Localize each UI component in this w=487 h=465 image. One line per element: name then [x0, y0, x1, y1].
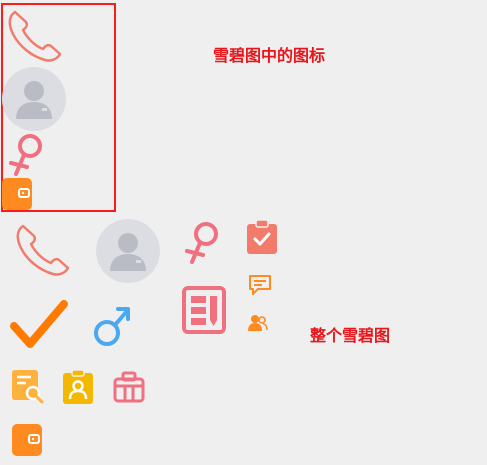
clipboard-user-icon [63, 370, 93, 404]
male-icon [92, 304, 132, 348]
message-icon [248, 274, 272, 296]
briefcase-icon [113, 371, 145, 403]
phone-icon [12, 222, 72, 278]
sprite-icons-label: 雪碧图中的图标 [213, 46, 326, 65]
avatar-icon [2, 67, 66, 131]
users-icon [248, 314, 268, 332]
full-sprite-label: 整个雪碧图 [310, 326, 391, 345]
check-icon [10, 300, 68, 350]
report-card-icon [182, 286, 226, 334]
female-icon [184, 220, 222, 266]
clipboard-check-icon [247, 220, 277, 254]
female-icon [8, 132, 46, 178]
wallet-icon [2, 178, 32, 210]
doc-search-icon [12, 370, 44, 404]
phone-icon [5, 8, 63, 64]
avatar-icon [96, 219, 160, 283]
wallet-icon [12, 424, 42, 456]
